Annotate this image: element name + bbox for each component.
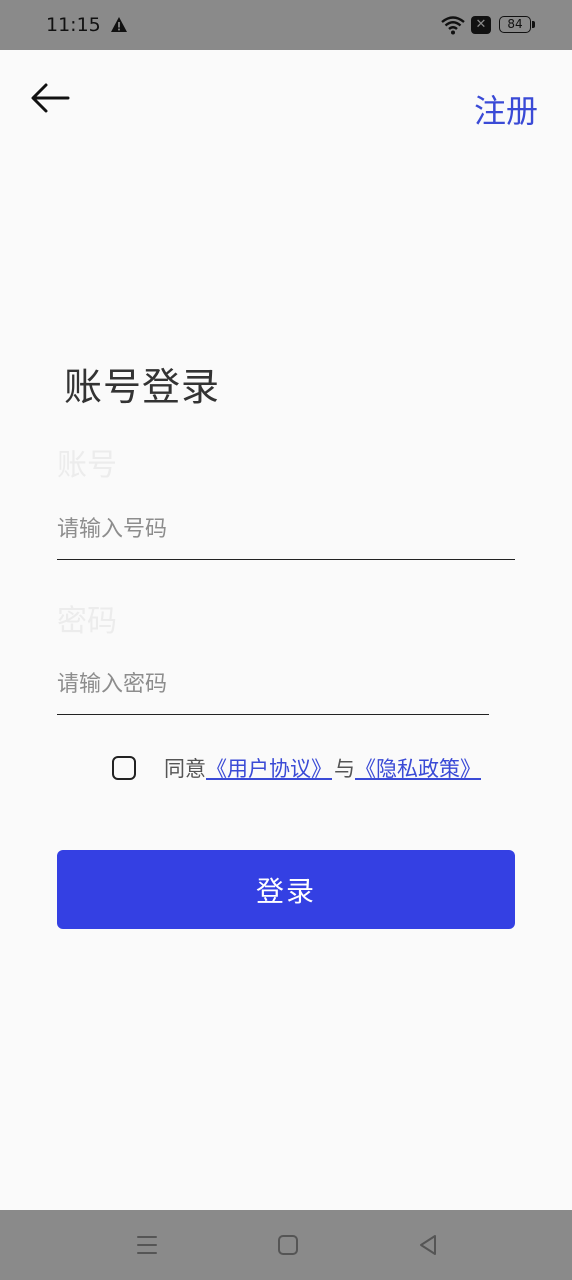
- home-icon[interactable]: [273, 1230, 303, 1260]
- status-bar: 11:15 ✕ 84: [0, 0, 572, 50]
- agreement-checkbox[interactable]: [112, 756, 136, 780]
- agreement-row: 同意 《用户协议》 与 《隐私政策》: [112, 752, 483, 784]
- user-agreement-link[interactable]: 《用户协议》: [206, 753, 334, 783]
- password-label: 密码: [57, 604, 117, 639]
- battery-tip: [532, 21, 535, 28]
- status-time: 11:15: [46, 14, 101, 36]
- system-nav-bar: [0, 1210, 572, 1280]
- wifi-icon: [441, 16, 465, 35]
- login-screen: 11:15 ✕ 84 注册 账号登录 账号 密码 同意 《用户协议》 与 《隐私…: [0, 0, 572, 1280]
- back-triangle-icon[interactable]: [413, 1230, 443, 1260]
- account-input[interactable]: [57, 500, 515, 560]
- privacy-policy-link[interactable]: 《隐私政策》: [355, 753, 483, 783]
- warning-icon: [111, 17, 127, 32]
- page-title: 账号登录: [64, 365, 221, 409]
- agreement-prefix: 同意: [164, 757, 206, 781]
- no-sim-icon: ✕: [471, 16, 491, 34]
- login-button[interactable]: 登录: [57, 850, 515, 929]
- account-label: 账号: [57, 448, 117, 483]
- menu-icon[interactable]: [132, 1230, 162, 1260]
- arrow-left-icon[interactable]: [26, 78, 74, 118]
- agreement-conjunction: 与: [334, 757, 355, 781]
- password-input[interactable]: [57, 655, 489, 715]
- battery-icon: 84: [499, 16, 531, 33]
- register-link[interactable]: 注册: [474, 86, 538, 132]
